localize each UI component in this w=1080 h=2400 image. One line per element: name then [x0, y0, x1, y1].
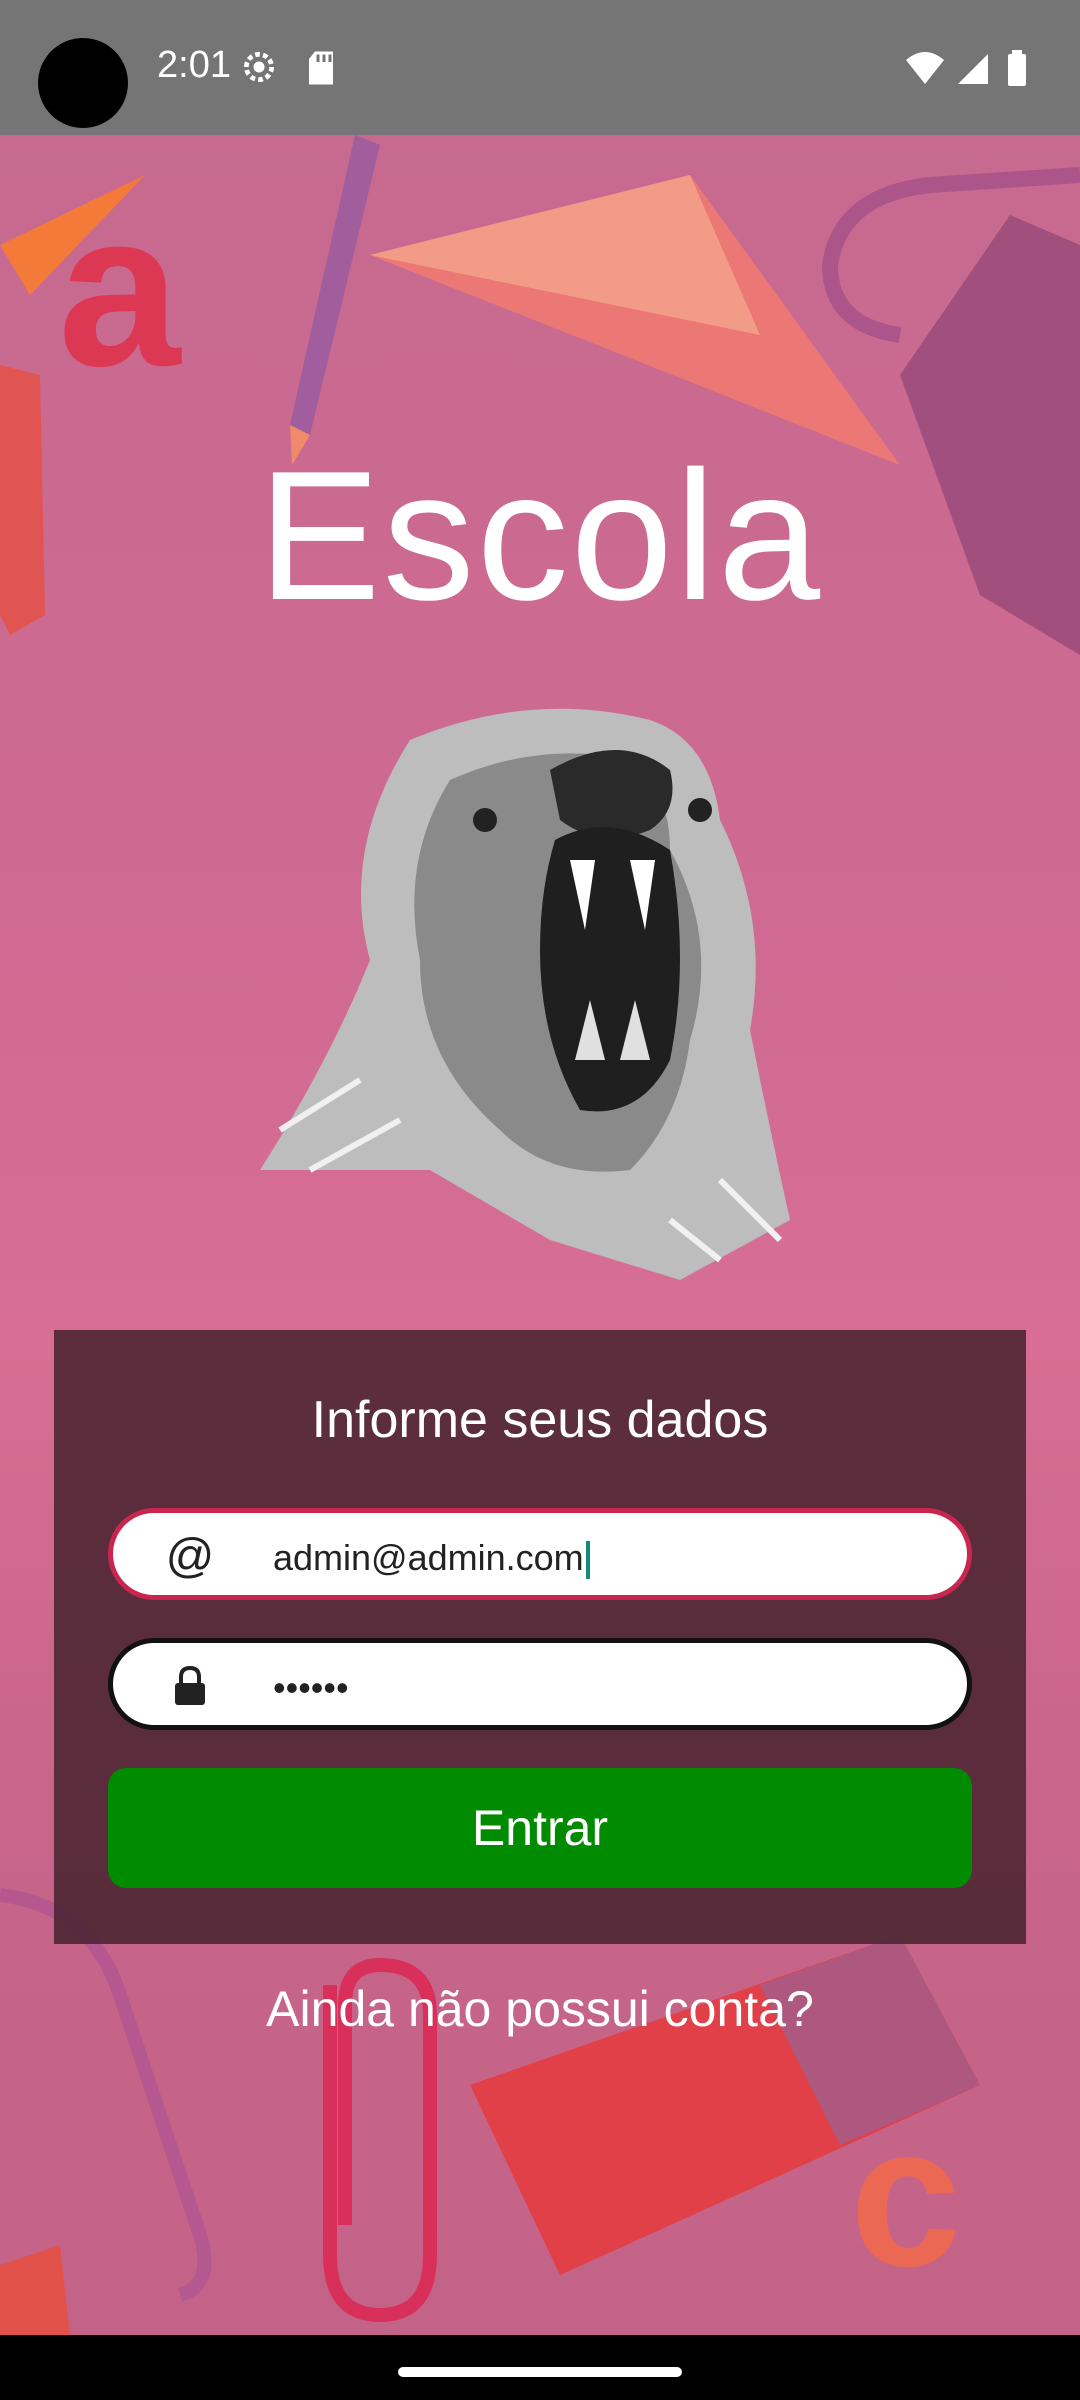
- login-button[interactable]: Entrar: [108, 1768, 972, 1888]
- status-bar: 2:01: [0, 0, 1080, 135]
- home-gesture-handle[interactable]: [398, 2367, 682, 2377]
- email-value[interactable]: admin@admin.com: [273, 1533, 590, 1583]
- password-field[interactable]: ••••••: [108, 1638, 972, 1730]
- password-value[interactable]: ••••••: [273, 1663, 349, 1713]
- lock-icon: [165, 1661, 215, 1711]
- signal-icon: [958, 54, 988, 84]
- camera-cutout: [38, 38, 128, 128]
- wifi-icon: [906, 52, 944, 84]
- gear-icon: [243, 51, 275, 83]
- signup-link[interactable]: Ainda não possui conta?: [0, 1980, 1080, 2038]
- battery-icon: [1008, 54, 1026, 86]
- system-status-icons: [906, 50, 1026, 86]
- bear-logo: [260, 708, 790, 1280]
- svg-text:c: c: [850, 2085, 961, 2308]
- status-time: 2:01: [157, 44, 231, 86]
- email-field[interactable]: @ admin@admin.com: [108, 1508, 972, 1600]
- svg-text:a: a: [58, 166, 182, 412]
- at-sign-icon: @: [165, 1529, 215, 1583]
- sd-card-icon: [309, 51, 333, 85]
- login-card: Informe seus dados @ admin@admin.com •••…: [54, 1330, 1026, 1944]
- app-title: Escola: [257, 432, 823, 638]
- login-card-title: Informe seus dados: [311, 1391, 769, 1449]
- text-cursor: [585, 1541, 590, 1580]
